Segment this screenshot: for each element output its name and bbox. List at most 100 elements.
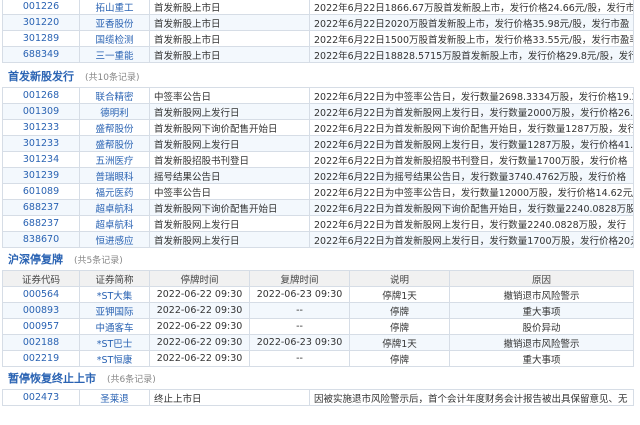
stock-code[interactable]: 688237 — [2, 215, 80, 232]
stock-code[interactable]: 301233 — [2, 119, 80, 136]
stock-code[interactable]: 000957 — [2, 318, 80, 335]
column-header: 原因 — [449, 270, 634, 287]
event-type: 首发新股网上发行日 — [149, 103, 310, 120]
section-title[interactable]: 暂停恢复终止上市 — [8, 372, 96, 385]
event-type: 首发新股网下询价配售开始日 — [149, 119, 310, 136]
table-row: 301233 盛帮股份 首发新股网下询价配售开始日 2022年6月22日为首发新股网下… — [2, 119, 634, 136]
table-row: 002473 圣莱退 终止上市日 因被实施退市风险警示后，首个会计年度财务会计报告被出… — [2, 389, 634, 406]
stock-name[interactable]: 国缆检测 — [79, 30, 150, 47]
stock-code[interactable]: 002473 — [2, 389, 80, 406]
event-type: 中签率公告日 — [149, 183, 310, 200]
stock-code[interactable]: 001226 — [2, 0, 80, 15]
column-header: 停牌时间 — [149, 270, 250, 287]
event-desc: 因被实施退市风险警示后，首个会计年度财务会计报告被出具保留意见、无 — [309, 389, 634, 406]
halt-note: 停牌1天 — [349, 334, 450, 351]
ipo-table: 001268 联合精密中签率公告日 2022年6月22日为中签率公告日，发行数量26… — [2, 87, 634, 248]
event-type: 首发新股网上发行日 — [149, 135, 310, 152]
stock-name[interactable]: 五洲医疗 — [79, 151, 150, 168]
halt-note: 停牌1天 — [349, 286, 450, 303]
event-desc: 2022年6月22日为首发新股网上发行日，发行数量1287万股，发行价格41.5 — [309, 135, 634, 152]
stock-name[interactable]: 三一重能 — [79, 46, 150, 63]
section-header-halt: 沪深停复牌 (共5条记录) — [0, 250, 640, 270]
resume-time: -- — [249, 318, 350, 335]
event-type: 首发新股上市日 — [149, 14, 310, 31]
table-row: 001268 联合精密 中签率公告日 2022年6月22日为中签率公告日，发行数量26… — [2, 87, 634, 104]
stock-code[interactable]: 301220 — [2, 14, 80, 31]
stock-name[interactable]: 盛帮股份 — [79, 119, 150, 136]
resume-time: -- — [249, 302, 350, 319]
event-desc: 2022年6月22日18828.5715万股首发新股上市，发行价格29.8元/股… — [309, 46, 634, 63]
halt-time: 2022-06-22 09:30 — [149, 286, 250, 303]
stock-name[interactable]: 中通客车 — [79, 318, 150, 335]
event-type: 首发新股网上发行日 — [149, 231, 310, 248]
stock-code[interactable]: 688349 — [2, 46, 80, 63]
stock-code[interactable]: 301239 — [2, 167, 80, 184]
record-count: (共5条记录) — [74, 256, 123, 266]
event-type: 首发新股招股书刊登日 — [149, 151, 310, 168]
section-title[interactable]: 沪深停复牌 — [8, 253, 63, 266]
halt-time: 2022-06-22 09:30 — [149, 302, 250, 319]
stock-code[interactable]: 301289 — [2, 30, 80, 47]
event-type: 首发新股上市日 — [149, 0, 310, 15]
record-count: (共6条记录) — [107, 375, 156, 385]
stock-name[interactable]: 亚香股份 — [79, 14, 150, 31]
stock-code[interactable]: 601089 — [2, 183, 80, 200]
stock-name[interactable]: 拓山重工 — [79, 0, 150, 15]
halt-note: 停牌 — [349, 302, 450, 319]
stock-code[interactable]: 000893 — [2, 302, 80, 319]
table-row: 601089 福元医药 中签率公告日 2022年6月22日为中签率公告日，发行数量12… — [2, 183, 634, 200]
stock-name[interactable]: 亚钾国际 — [79, 302, 150, 319]
stock-code[interactable]: 838670 — [2, 231, 80, 248]
table-header-row: 证券代码 证券简称 停牌时间 复牌时间 说明 原因 — [2, 270, 634, 287]
stock-name[interactable]: 盛帮股份 — [79, 135, 150, 152]
halt-reason: 重大事项 — [449, 350, 634, 367]
stock-code[interactable]: 002188 — [2, 334, 80, 351]
record-count: (共10条记录) — [85, 73, 140, 83]
top-list-table: 001226 拓山重工 首发新股上市日 2022年6月22日1866.67万股首… — [2, 0, 634, 63]
column-header: 说明 — [349, 270, 450, 287]
table-row: 301289 国缆检测 首发新股上市日 2022年6月22日1500万股首发新股… — [2, 30, 634, 47]
event-type: 终止上市日 — [149, 389, 310, 406]
event-desc: 2022年6月22日为首发新股网下询价配售开始日，发行数量1287万股，发行 — [309, 119, 634, 136]
event-type: 首发新股上市日 — [149, 30, 310, 47]
stock-name[interactable]: *ST恒康 — [79, 350, 150, 367]
stock-code[interactable]: 301233 — [2, 135, 80, 152]
event-desc: 2022年6月22日为摇号结果公告日，发行数量3740.4762万股，发行价格 — [309, 167, 634, 184]
table-row: 301234 五洲医疗 首发新股招股书刊登日 2022年6月22日为首发新股招股书刊登… — [2, 151, 634, 168]
suspend-table: 002473 圣莱退 终止上市日 因被实施退市风险警示后，首个会计年度财务会计报告被出… — [2, 389, 634, 406]
event-desc: 2022年6月22日1500万股首发新股上市，发行价格33.55元/股，发行市盈… — [309, 30, 634, 47]
halt-reason: 重大事项 — [449, 302, 634, 319]
stock-name[interactable]: 德明利 — [79, 103, 150, 120]
stock-name[interactable]: 普瑞眼科 — [79, 167, 150, 184]
halt-note: 停牌 — [349, 318, 450, 335]
section-header-suspend: 暂停恢复终止上市 (共6条记录) — [0, 369, 640, 389]
stock-name[interactable]: *ST大集 — [79, 286, 150, 303]
stock-code[interactable]: 000564 — [2, 286, 80, 303]
resume-time: 2022-06-23 09:30 — [249, 286, 350, 303]
stock-code[interactable]: 002219 — [2, 350, 80, 367]
table-row: 301233 盛帮股份 首发新股网上发行日 2022年6月22日为首发新股网上发行日，… — [2, 135, 634, 152]
section-title[interactable]: 首发新股发行 — [8, 70, 74, 83]
halt-table: 证券代码 证券简称 停牌时间 复牌时间 说明 原因 000564 *ST大集 202… — [2, 270, 634, 367]
stock-code[interactable]: 001268 — [2, 87, 80, 104]
stock-code[interactable]: 001309 — [2, 103, 80, 120]
stock-name[interactable]: 圣莱退 — [79, 389, 150, 406]
stock-name[interactable]: 恒进感应 — [79, 231, 150, 248]
event-desc: 2022年6月22日为中签率公告日，发行数量12000万股，发行价格14.62元… — [309, 183, 634, 200]
column-header: 证券简称 — [79, 270, 150, 287]
table-row: 688237 超卓航科 首发新股网上发行日 2022年6月22日为首发新股网上发行日，… — [2, 215, 634, 232]
event-desc: 2022年6月22日为中签率公告日，发行数量2698.3334万股，发行价格19… — [309, 87, 634, 104]
column-header: 复牌时间 — [249, 270, 350, 287]
stock-name[interactable]: 联合精密 — [79, 87, 150, 104]
stock-name[interactable]: *ST巴士 — [79, 334, 150, 351]
halt-time: 2022-06-22 09:30 — [149, 350, 250, 367]
halt-time: 2022-06-22 09:30 — [149, 334, 250, 351]
stock-code[interactable]: 688237 — [2, 199, 80, 216]
event-type: 首发新股上市日 — [149, 46, 310, 63]
halt-reason: 股价异动 — [449, 318, 634, 335]
stock-name[interactable]: 超卓航科 — [79, 215, 150, 232]
stock-name[interactable]: 福元医药 — [79, 183, 150, 200]
stock-code[interactable]: 301234 — [2, 151, 80, 168]
event-desc: 2022年6月22日为首发新股网下询价配售开始日，发行数量2240.0828万股… — [309, 199, 634, 216]
stock-name[interactable]: 超卓航科 — [79, 199, 150, 216]
